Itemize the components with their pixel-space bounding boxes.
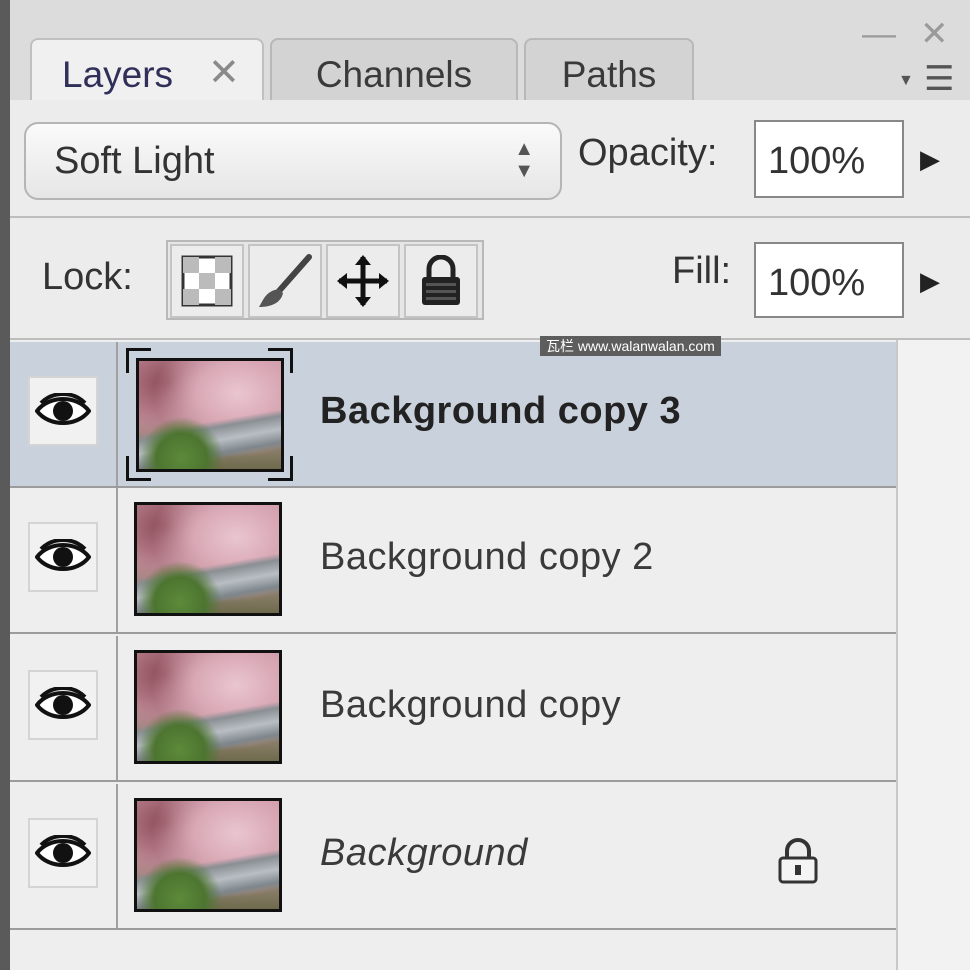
row-divider xyxy=(116,636,118,780)
visibility-toggle[interactable] xyxy=(28,670,98,740)
lock-image-pixels-icon xyxy=(259,254,312,307)
layer-thumbnail[interactable] xyxy=(134,650,282,764)
layer-row-background-copy-3[interactable]: Background copy 3 xyxy=(10,342,896,488)
layer-row-background-copy-2[interactable]: Background copy 2 xyxy=(10,488,896,634)
selection-corner xyxy=(126,348,151,373)
menu-lines-icon: ☰ xyxy=(924,60,955,98)
tab-label: Paths xyxy=(561,54,657,95)
opacity-field[interactable]: 100% xyxy=(754,120,904,198)
eye-icon xyxy=(35,687,91,719)
lock-transparent-pixels-icon xyxy=(181,255,233,307)
lock-all-icon xyxy=(422,255,460,305)
select-arrows-icon: ▲ ▼ xyxy=(514,138,534,182)
visibility-toggle[interactable] xyxy=(28,818,98,888)
selection-corner xyxy=(126,456,151,481)
tab-paths[interactable]: Paths xyxy=(524,38,694,102)
minimize-button[interactable]: — xyxy=(862,14,896,54)
selection-corner xyxy=(268,456,293,481)
row-divider xyxy=(116,342,118,486)
visibility-toggle[interactable] xyxy=(28,522,98,592)
layer-row-background-copy[interactable]: Background copy xyxy=(10,636,896,782)
layer-thumbnail[interactable] xyxy=(134,502,282,616)
scrollbar-edge xyxy=(896,340,898,970)
row-divider xyxy=(116,488,118,632)
tab-label: Channels xyxy=(315,54,473,95)
tab-channels[interactable]: Channels xyxy=(270,38,518,102)
layer-row-background[interactable]: Background xyxy=(10,784,896,930)
menu-triangle-icon: ▼ xyxy=(898,72,914,89)
eye-icon xyxy=(35,393,91,425)
selection-corner xyxy=(268,348,293,373)
row-divider xyxy=(116,784,118,928)
visibility-toggle[interactable] xyxy=(28,376,98,446)
fill-slider-arrow-icon[interactable]: ▶ xyxy=(920,266,940,297)
fill-field[interactable]: 100% xyxy=(754,242,904,318)
lock-label: Lock: xyxy=(42,256,133,298)
eye-icon xyxy=(35,539,91,571)
layer-name[interactable]: Background xyxy=(320,832,528,875)
window-edge xyxy=(0,0,10,970)
panel-menu-button[interactable]: ▼ ☰ xyxy=(888,58,966,102)
layer-lock-icon xyxy=(776,838,820,889)
layer-name[interactable]: Background copy xyxy=(320,684,621,727)
layer-name[interactable]: Background copy 2 xyxy=(320,536,654,579)
blend-mode-value: Soft Light xyxy=(54,140,215,182)
opacity-label: Opacity: xyxy=(578,132,718,174)
blend-mode-select[interactable]: Soft Light ▲ ▼ xyxy=(24,122,562,200)
lock-position-icon xyxy=(337,255,389,307)
lock-position-button[interactable] xyxy=(326,244,400,318)
watermark: 瓦栏 www.walanwalan.com xyxy=(540,336,721,356)
fill-label: Fill: xyxy=(672,250,732,292)
layer-name[interactable]: Background copy 3 xyxy=(320,390,681,433)
layer-thumbnail[interactable] xyxy=(136,358,284,472)
tab-close-icon[interactable]: ✕ xyxy=(208,50,240,95)
eye-icon xyxy=(35,835,91,867)
lock-all-button[interactable] xyxy=(404,244,478,318)
close-panel-button[interactable]: ✕ xyxy=(920,14,949,54)
opacity-slider-arrow-icon[interactable]: ▶ xyxy=(920,144,940,175)
tab-label: Layers xyxy=(62,54,174,95)
scrollbar-track[interactable] xyxy=(896,340,970,970)
tab-layers[interactable]: Layers ✕ xyxy=(30,38,264,104)
lock-image-pixels-button[interactable] xyxy=(248,244,322,318)
toolbar-separator xyxy=(10,216,970,218)
layer-thumbnail[interactable] xyxy=(134,798,282,912)
lock-transparent-pixels-button[interactable] xyxy=(170,244,244,318)
